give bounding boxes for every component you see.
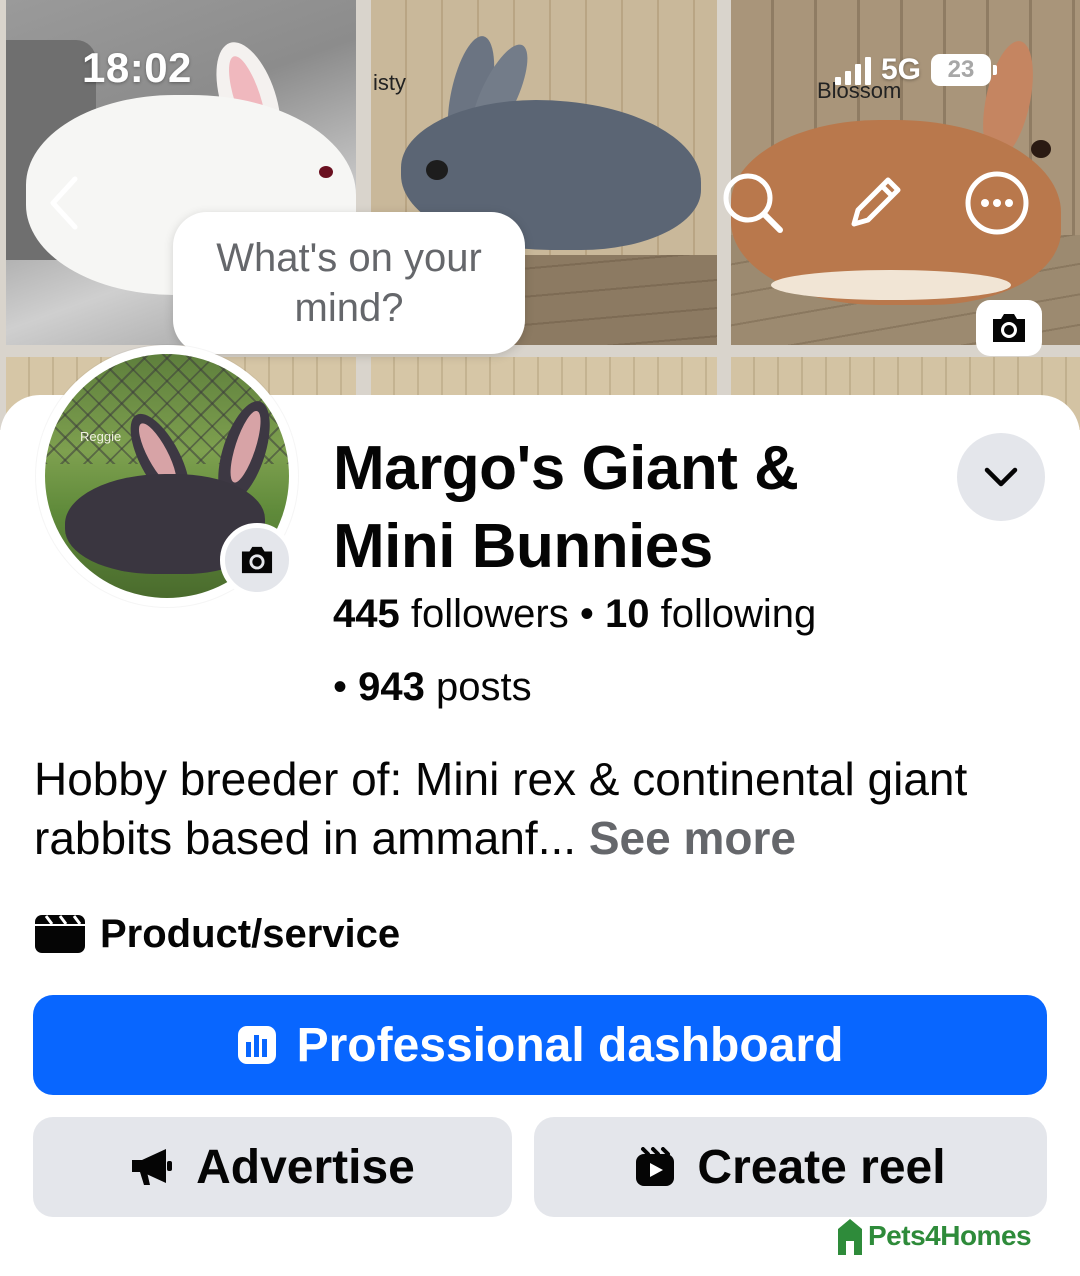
bio: Hobby breeder of: Mini rex & continental… [34, 750, 1044, 868]
search-button[interactable] [718, 168, 788, 238]
megaphone-icon [132, 1149, 173, 1185]
cover-tile-label: isty [373, 70, 406, 95]
create-reel-label: Create reel [697, 1140, 946, 1194]
advertise-button[interactable]: Advertise [33, 1117, 512, 1217]
professional-dashboard-label: Professional dashboard [296, 1018, 844, 1072]
status-indicators: 5G 23 [835, 52, 998, 88]
profile-dropdown-button[interactable] [957, 433, 1045, 521]
following-count: 10 [604, 592, 650, 636]
edit-button[interactable] [840, 168, 910, 238]
create-reel-button[interactable]: Create reel [534, 1117, 1047, 1217]
camera-icon [993, 314, 1025, 342]
follow-stats: 445 followers • 10 following [333, 592, 816, 637]
back-button[interactable] [30, 168, 100, 238]
edit-profile-picture-button[interactable] [220, 523, 294, 597]
followers-link[interactable]: 445 followers [333, 592, 569, 636]
followers-count: 445 [333, 592, 400, 636]
chevron-left-icon [50, 176, 78, 230]
posts-label: posts [436, 665, 532, 709]
chart-bars-icon [237, 1026, 276, 1064]
page-category: Product/service [34, 907, 400, 961]
whats-on-your-mind-bubble[interactable]: What's on your mind? [173, 212, 525, 354]
see-more-link[interactable]: See more [589, 812, 796, 864]
composer-prompt: What's on your mind? [216, 236, 482, 330]
bio-text: Hobby breeder of: Mini rex & continental… [34, 753, 968, 864]
camera-icon [241, 546, 273, 574]
separator: • [333, 665, 348, 709]
posts-count: 943 [358, 665, 425, 709]
watermark-text: Pets4Homes [868, 1220, 1032, 1251]
avatar-tag: Reggie [80, 429, 122, 444]
pets4homes-logo-icon [838, 1219, 862, 1255]
clapperboard-icon [35, 915, 85, 953]
advertise-label: Advertise [196, 1140, 415, 1194]
category-label: Product/service [100, 911, 401, 956]
search-icon [723, 173, 783, 233]
followers-label: followers [410, 592, 569, 636]
reel-icon [636, 1147, 675, 1186]
pencil-icon [851, 177, 901, 227]
more-dots-icon [965, 171, 1029, 235]
posts-stats[interactable]: • 943 posts [333, 665, 532, 710]
battery-icon: 23 [931, 54, 998, 86]
following-link[interactable]: 10 following [605, 592, 816, 636]
edit-cover-button[interactable] [976, 300, 1042, 356]
professional-dashboard-button[interactable]: Professional dashboard [33, 995, 1047, 1095]
following-label: following [660, 592, 817, 636]
page-title: Margo's Giant & Mini Bunnies [333, 434, 799, 581]
separator: • [579, 592, 594, 636]
watermark: Pets4Homes [834, 1216, 1032, 1256]
battery-level: 23 [947, 56, 975, 83]
chevron-down-icon [984, 467, 1018, 487]
network-type: 5G [881, 53, 922, 86]
more-button[interactable] [962, 168, 1032, 238]
signal-icon [835, 55, 871, 85]
status-time: 18:02 [82, 44, 192, 91]
